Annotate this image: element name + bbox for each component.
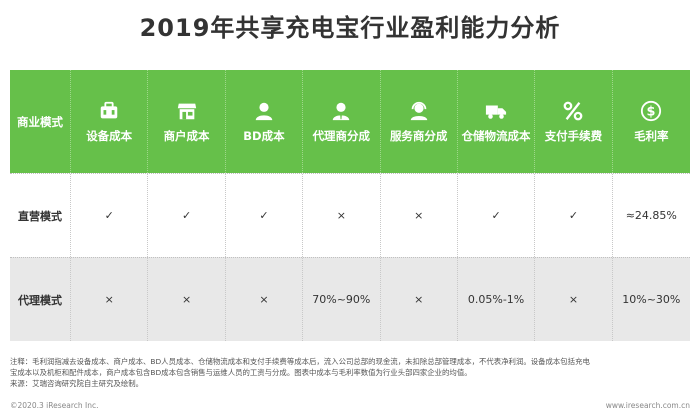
table-cell: × <box>381 258 458 341</box>
header-gross-margin: $ 毛利率 <box>613 70 690 173</box>
table-cell: × <box>148 258 226 341</box>
header-corner-label: 商业模式 <box>10 70 71 173</box>
store-icon <box>177 103 196 119</box>
table-cell: 10%~30% <box>622 293 681 306</box>
table-cell: × <box>381 174 458 257</box>
note-line: 注释：毛利润指减去设备成本、商户成本、BD人员成本、仓储物流成本和支付手续费等成… <box>10 357 590 366</box>
svg-text:$: $ <box>647 104 656 119</box>
table-cell: ✓ <box>71 174 149 257</box>
header-logistics-cost: 仓储物流成本 <box>458 70 536 173</box>
source-line: 来源：艾瑞咨询研究院自主研究及绘制。 <box>10 379 144 388</box>
table-cell: ✓ <box>226 174 304 257</box>
table-cell: × <box>303 174 381 257</box>
table-cell: × <box>535 258 613 341</box>
service-icon <box>410 101 427 120</box>
header-agent-share: 代理商分成 <box>303 70 381 173</box>
table-cell: ≈24.85% <box>625 209 677 222</box>
truck-icon <box>485 105 507 119</box>
header-label: 商户成本 <box>163 128 210 143</box>
header-bd-cost: BD成本 <box>226 70 304 173</box>
money-icon: $ <box>641 100 662 121</box>
table-cell: 0.05%-1% <box>458 258 536 341</box>
header-label: 代理商分成 <box>312 128 371 143</box>
footnote: 注释：毛利润指减去设备成本、商户成本、BD人员成本、仓储物流成本和支付手续费等成… <box>10 356 694 389</box>
website-url: www.iresearch.com.cn <box>605 401 690 410</box>
note-line: 宝成本以及机柜和配件成本，商户成本包含BD成本包含销售与运维人员的工资与分成。图… <box>10 368 472 377</box>
table-cell: × <box>226 258 304 341</box>
header-label: 毛利率 <box>634 128 669 143</box>
header-payment-fee: 支付手续费 <box>535 70 613 173</box>
header-service-share: 服务商分成 <box>381 70 458 173</box>
header-label: BD成本 <box>243 128 285 143</box>
device-icon <box>100 101 118 118</box>
row-label: 直营模式 <box>10 174 71 257</box>
table-cell: × <box>71 258 149 341</box>
profitability-table: 商业模式 设备成本 商户成本 BD成本 代理商分成 服务商分成 仓储物流成本 支… <box>10 70 690 342</box>
table-row-agent: 代理模式 × × × 70%~90% × 0.05%-1% × 10%~30% <box>10 257 690 341</box>
table-cell: ✓ <box>148 174 226 257</box>
table-cell: ✓ <box>458 174 536 257</box>
table-header-row: 商业模式 设备成本 商户成本 BD成本 代理商分成 服务商分成 仓储物流成本 支… <box>10 70 690 173</box>
page-title: 2019年共享充电宝行业盈利能力分析 <box>139 14 561 42</box>
percent-icon <box>564 101 583 120</box>
header-label: 设备成本 <box>86 128 133 143</box>
header-label: 支付手续费 <box>544 128 603 143</box>
header-device-cost: 设备成本 <box>71 70 149 173</box>
header-label: 服务商分成 <box>389 128 448 143</box>
table-cell: 70%~90% <box>303 258 381 341</box>
header-store-cost: 商户成本 <box>148 70 226 173</box>
table-cell: ✓ <box>535 174 613 257</box>
copyright: ©2020.3 iResearch Inc. <box>10 401 99 410</box>
table-row-direct: 直营模式 ✓ ✓ ✓ × × ✓ ✓ ≈24.85% <box>10 173 690 257</box>
row-label: 代理模式 <box>10 258 71 341</box>
person-icon <box>255 102 273 120</box>
header-label: 仓储物流成本 <box>461 128 531 143</box>
agent-icon <box>333 102 350 120</box>
